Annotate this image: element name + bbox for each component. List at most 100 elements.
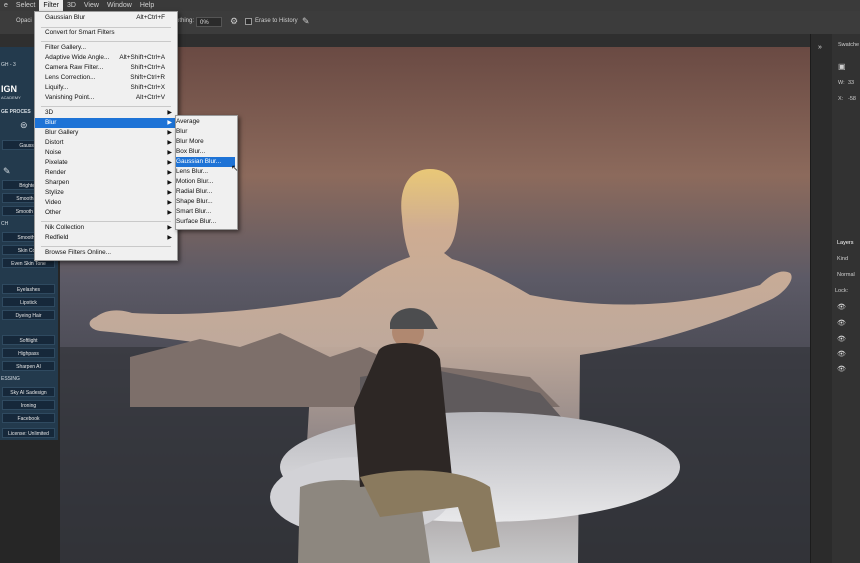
section-process: GE PROCES [1,109,31,115]
filter-menu-item-noise[interactable]: Noise ▶ [35,148,175,158]
right-panels: Swatche ▣ W: 33 X: -58 Layers Kind Norma… [832,34,860,563]
chevron-right-icon: ▶ [167,225,172,231]
filter-menu-item-convert-smart[interactable]: Convert for Smart Filters [35,28,175,38]
menubar: e Select Filter 3D View Window Help [0,0,860,11]
blur-submenu-item-box-blur[interactable]: Box Blur... [176,147,235,157]
chevron-right-icon: ▶ [167,200,172,206]
blur-submenu-item-radial-blur[interactable]: Radial Blur... [176,187,235,197]
menu-divider [41,41,171,42]
chevron-right-icon: ▶ [167,150,172,156]
layers-tab[interactable]: Layers [837,240,854,246]
x-value[interactable]: -58 [848,96,856,102]
smoothing-label: othing: [176,18,195,24]
layer-visibility-eye-icon[interactable]: 👁 [837,319,846,327]
filter-menu-item-nik-collection[interactable]: Nik Collection ▶ [35,223,175,233]
chevron-right-icon: ▶ [167,210,172,216]
eyelashes-button[interactable]: Eyelashes [2,284,55,294]
x-label: X: [838,96,844,102]
filter-menu-item-sharpen[interactable]: Sharpen ▶ [35,178,175,188]
brand-logo: IGN [1,84,18,94]
chevron-right-icon: ▶ [167,160,172,166]
filter-menu-item-filter-gallery[interactable]: Filter Gallery... [35,43,175,53]
menu-divider [41,106,171,107]
blur-submenu-item-average[interactable]: Average [176,117,235,127]
section-essing: ESSING [1,376,20,382]
filter-menu-item-lens-correction[interactable]: Lens Correction... Shift+Ctrl+R [35,73,175,83]
filter-menu-item-blur[interactable]: Blur ▶ [35,118,175,128]
chevron-right-icon: ▶ [167,140,172,146]
chevron-right-icon: ▶ [167,180,172,186]
menu-filter[interactable]: Filter [39,0,63,11]
filter-menu-item-liquify[interactable]: Liquify... Shift+Ctrl+X [35,83,175,93]
filter-menu-item-adaptive-wide-angle[interactable]: Adaptive Wide Angle... Alt+Shift+Ctrl+A [35,53,175,63]
w-value[interactable]: 33 [848,80,854,86]
chevron-right-icon: ▶ [167,170,172,176]
blur-submenu-item-lens-blur[interactable]: Lens Blur... [176,167,235,177]
filter-menu-item-camera-raw[interactable]: Camera Raw Filter... Shift+Ctrl+A [35,63,175,73]
layer-visibility-eye-icon[interactable]: 👁 [837,350,846,358]
filter-menu-item-3d[interactable]: 3D ▶ [35,108,175,118]
kind-filter[interactable]: Kind [837,256,848,262]
filter-menu-item-gaussian-blur[interactable]: Gaussian Blur Alt+Ctrl+F [35,13,175,23]
blur-submenu-item-surface-blur[interactable]: Surface Blur... [176,217,235,227]
filter-menu-item-other[interactable]: Other ▶ [35,208,175,218]
opacity-label: Opaci [16,18,32,24]
filter-menu-item-video[interactable]: Video ▶ [35,198,175,208]
layer-visibility-eye-icon[interactable]: 👁 [837,335,846,343]
menu-help[interactable]: Help [136,0,158,11]
menu-divider [41,246,171,247]
chevron-right-icon: ▶ [167,130,172,136]
gear-icon[interactable]: ⚙ [230,16,238,27]
collapse-panels-icon[interactable]: » [818,44,822,51]
blur-submenu-item-blur[interactable]: Blur [176,127,235,137]
brush-icon[interactable]: ✎ [3,166,11,177]
filter-menu-item-pixelate[interactable]: Pixelate ▶ [35,158,175,168]
blur-submenu-item-blur-more[interactable]: Blur More [176,137,235,147]
dyeing-hair-button[interactable]: Dyeing Hair [2,310,55,320]
menu-divider [41,221,171,222]
section-ch: CH [1,221,9,227]
filter-menu-item-vanishing-point[interactable]: Vanishing Point... Alt+Ctrl+V [35,93,175,103]
chevron-right-icon: ▶ [167,110,172,116]
blur-submenu: Average Blur Blur More Box Blur... Gauss… [175,115,238,230]
panel-dock-strip: » [810,34,833,563]
menu-window[interactable]: Window [103,0,136,11]
brand-sub: ACADEMY [1,95,21,100]
menu-edit[interactable]: e [0,0,12,11]
filter-menu-item-stylize[interactable]: Stylize ▶ [35,188,175,198]
lipstick-button[interactable]: Lipstick [2,297,55,307]
layers-stack-icon[interactable]: ⊜ [20,120,28,131]
blur-submenu-item-smart-blur[interactable]: Smart Blur... [176,207,235,217]
filter-menu-item-distort[interactable]: Distort ▶ [35,138,175,148]
image-icon: ▣ [838,62,846,71]
filter-menu: Gaussian Blur Alt+Ctrl+F Convert for Smar… [34,11,178,261]
mouse-cursor-icon: ↖ [231,163,239,173]
filter-menu-item-browse-online[interactable]: Browse Filters Online... [35,248,175,258]
license-label: License: Unlimited [2,428,55,438]
sky-ai-button[interactable]: Sky AI Sadesign [2,387,55,397]
menu-view[interactable]: View [80,0,103,11]
smoothing-field[interactable]: 0% [196,17,222,27]
w-label: W: [838,80,845,86]
blur-submenu-item-motion-blur[interactable]: Motion Blur... [176,177,235,187]
blur-submenu-item-shape-blur[interactable]: Shape Blur... [176,197,235,207]
layer-visibility-eye-icon[interactable]: 👁 [837,365,846,373]
sharpen-ai-button[interactable]: Sharpen AI [2,361,55,371]
menu-3d[interactable]: 3D [63,0,80,11]
chevron-right-icon: ▶ [167,120,172,126]
blend-mode-select[interactable]: Normal [837,272,855,278]
facebook-button[interactable]: Facebook [2,413,55,423]
filter-menu-item-redfield[interactable]: Redfield ▶ [35,233,175,243]
highpass-button[interactable]: Highpass [2,348,55,358]
erase-to-history-label: Erase to History [255,18,298,24]
menu-select[interactable]: Select [12,0,39,11]
erase-to-history-checkbox[interactable] [245,18,252,25]
softlight-button[interactable]: Softlight [2,335,55,345]
brush-pressure-icon[interactable]: ✎ [302,16,310,27]
filter-menu-item-blur-gallery[interactable]: Blur Gallery ▶ [35,128,175,138]
ironing-button[interactable]: Ironing [2,400,55,410]
layer-visibility-eye-icon[interactable]: 👁 [837,303,846,311]
swatches-tab[interactable]: Swatche [838,42,859,48]
filter-menu-item-render[interactable]: Render ▶ [35,168,175,178]
blur-submenu-item-gaussian-blur[interactable]: Gaussian Blur... [176,157,235,167]
